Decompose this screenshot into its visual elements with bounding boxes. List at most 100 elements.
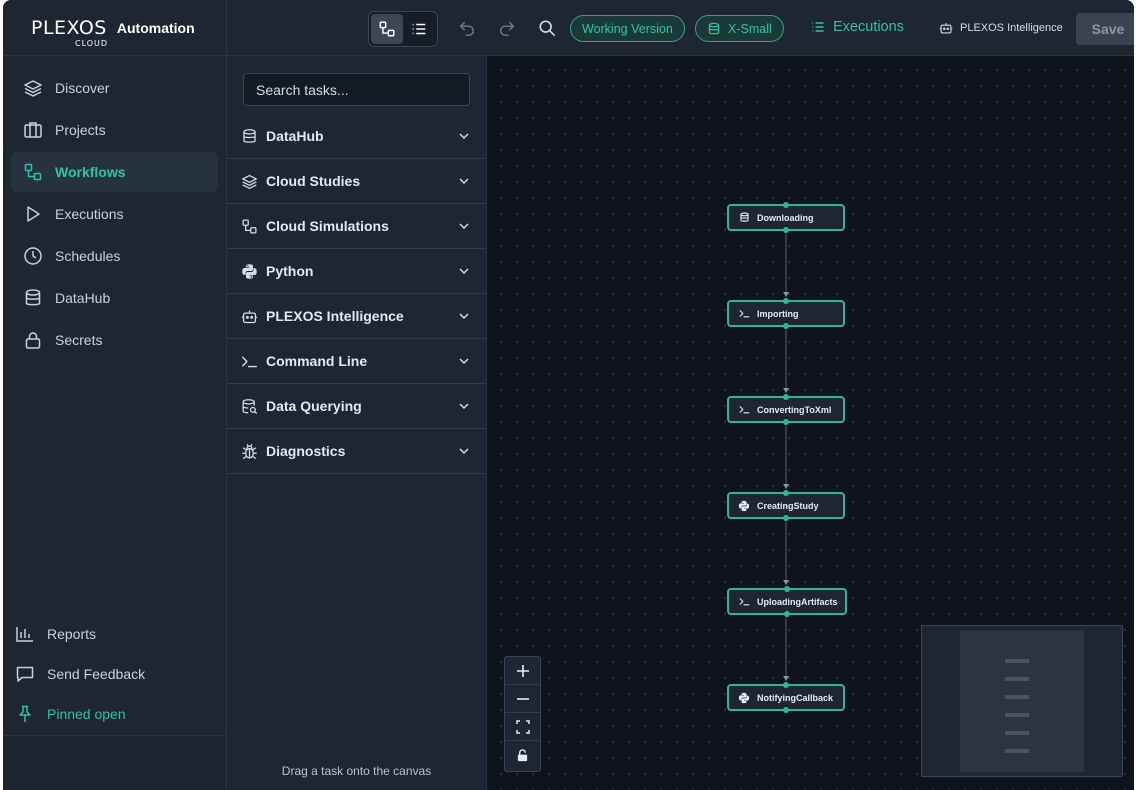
terminal-icon xyxy=(738,404,750,416)
brand[interactable]: PLEXOS CLOUD Automation xyxy=(3,0,226,56)
chevron-down-icon xyxy=(459,313,469,320)
nav-item-pinned-open[interactable]: Pinned open xyxy=(3,694,226,734)
nav-item-label: Pinned open xyxy=(47,706,126,722)
undo-button[interactable] xyxy=(457,18,477,38)
search-tasks-input[interactable] xyxy=(243,73,470,106)
nav-item-label: Workflows xyxy=(55,164,126,180)
node-label: Downloading xyxy=(757,212,814,223)
nav-item-discover[interactable]: Discover xyxy=(11,68,218,108)
zoom-controls xyxy=(504,656,541,772)
brand-product: Automation xyxy=(116,19,195,36)
workflow-canvas[interactable]: Downloading Importing ConvertingToXml Cr… xyxy=(487,56,1134,790)
task-category-data-querying[interactable]: Data Querying xyxy=(227,384,486,429)
list-icon xyxy=(812,22,824,32)
nav-item-workflows[interactable]: Workflows xyxy=(11,152,218,192)
toolbar: Working Version X-Small Executions PLEXO… xyxy=(227,0,1134,56)
nav-item-reports[interactable]: Reports xyxy=(3,614,226,654)
task-category-label: Command Line xyxy=(266,353,368,369)
nav-item-send-feedback[interactable]: Send Feedback xyxy=(3,654,226,694)
node-input-port[interactable] xyxy=(783,298,789,304)
node-output-port[interactable] xyxy=(783,419,789,425)
list-view-button[interactable] xyxy=(403,14,435,44)
drag-hint: Drag a task onto the canvas xyxy=(281,764,432,778)
zoom-out-button[interactable] xyxy=(505,685,540,713)
clock-icon xyxy=(23,246,43,266)
node-input-port[interactable] xyxy=(783,202,789,208)
nav-item-label: Reports xyxy=(47,626,97,642)
working-version-pill[interactable]: Working Version xyxy=(570,15,685,42)
workflow-node-importing[interactable]: Importing xyxy=(727,298,845,329)
task-category-list: DataHub Cloud Studies Cloud Simulations xyxy=(227,114,486,474)
minimap-viewport[interactable] xyxy=(960,631,1084,772)
save-button[interactable]: Save xyxy=(1076,13,1134,45)
node-output-port[interactable] xyxy=(784,611,790,617)
database-icon xyxy=(738,212,750,224)
task-category-label: Cloud Simulations xyxy=(266,218,389,234)
node-output-port[interactable] xyxy=(783,227,789,233)
executions-link[interactable]: Executions xyxy=(810,19,904,35)
node-input-port[interactable] xyxy=(783,490,789,496)
node-output-port[interactable] xyxy=(783,323,789,329)
brand-logo-text: PLEXOS xyxy=(31,16,107,39)
chevron-down-icon xyxy=(459,133,469,140)
minimap[interactable] xyxy=(921,625,1123,777)
task-category-command-line[interactable]: Command Line xyxy=(227,339,486,384)
task-category-datahub[interactable]: DataHub xyxy=(227,114,486,159)
python-icon xyxy=(738,500,750,512)
nav-item-executions[interactable]: Executions xyxy=(11,194,218,234)
nav-item-label: Send Feedback xyxy=(47,666,146,682)
nav-item-label: Secrets xyxy=(55,332,103,348)
nav-item-projects[interactable]: Projects xyxy=(11,110,218,150)
node-input-port[interactable] xyxy=(783,394,789,400)
zoom-in-button[interactable] xyxy=(505,657,540,685)
workflow-node-notifying-callback[interactable]: NotifyingCallback xyxy=(727,682,845,713)
fit-view-button[interactable] xyxy=(505,713,540,741)
workflow-node-converting-to-xml[interactable]: ConvertingToXml xyxy=(727,394,845,425)
database-icon xyxy=(240,127,258,145)
database-icon xyxy=(23,288,43,308)
minimap-node xyxy=(1005,677,1029,681)
layers-icon xyxy=(23,78,43,98)
workflow-node-creating-study[interactable]: CreatingStudy xyxy=(727,490,845,521)
minimap-node xyxy=(1005,731,1029,735)
working-version-label: Working Version xyxy=(582,21,673,36)
compute-size-pill[interactable]: X-Small xyxy=(695,15,784,42)
node-output-port[interactable] xyxy=(783,515,789,521)
node-label: ConvertingToXml xyxy=(757,404,832,415)
task-category-diagnostics[interactable]: Diagnostics xyxy=(227,429,486,474)
terminal-icon xyxy=(738,596,750,608)
user-area[interactable] xyxy=(3,735,226,790)
task-category-cloud-simulations[interactable]: Cloud Simulations xyxy=(227,204,486,249)
app-window: PLEXOS CLOUD Automation Discover Project… xyxy=(3,0,1134,790)
task-category-python[interactable]: Python xyxy=(227,249,486,294)
database-icon xyxy=(708,22,720,34)
chevron-down-icon xyxy=(459,403,469,410)
plexos-intelligence-button[interactable]: PLEXOS Intelligence xyxy=(939,21,1063,35)
terminal-icon xyxy=(240,352,258,370)
nav-item-label: Projects xyxy=(55,122,106,138)
folder-icon xyxy=(23,120,43,140)
brand-logo-sub: CLOUD xyxy=(75,38,109,48)
redo-button[interactable] xyxy=(497,18,517,38)
nav-item-secrets[interactable]: Secrets xyxy=(11,320,218,360)
search-icon xyxy=(539,20,556,37)
node-output-port[interactable] xyxy=(783,707,789,713)
task-category-cloud-studies[interactable]: Cloud Studies xyxy=(227,159,486,204)
nav-item-datahub[interactable]: DataHub xyxy=(11,278,218,318)
task-category-label: DataHub xyxy=(266,128,324,144)
lock-canvas-button[interactable] xyxy=(505,741,540,769)
workflow-node-downloading[interactable]: Downloading xyxy=(727,202,845,233)
task-panel: DataHub Cloud Studies Cloud Simulations xyxy=(227,56,487,790)
nav-item-schedules[interactable]: Schedules xyxy=(11,236,218,276)
chevron-down-icon xyxy=(459,268,469,275)
workflow-icon xyxy=(379,21,395,37)
minimap-node xyxy=(1005,659,1029,663)
graph-view-button[interactable] xyxy=(371,14,403,44)
node-input-port[interactable] xyxy=(783,682,789,688)
search-button[interactable] xyxy=(537,18,557,38)
chevron-down-icon xyxy=(459,448,469,455)
task-category-plexos-intelligence[interactable]: PLEXOS Intelligence xyxy=(227,294,486,339)
workflow-node-uploading-artifacts[interactable]: UploadingArtifacts xyxy=(727,586,847,617)
node-input-port[interactable] xyxy=(784,586,790,592)
node-label: Importing xyxy=(757,308,799,319)
